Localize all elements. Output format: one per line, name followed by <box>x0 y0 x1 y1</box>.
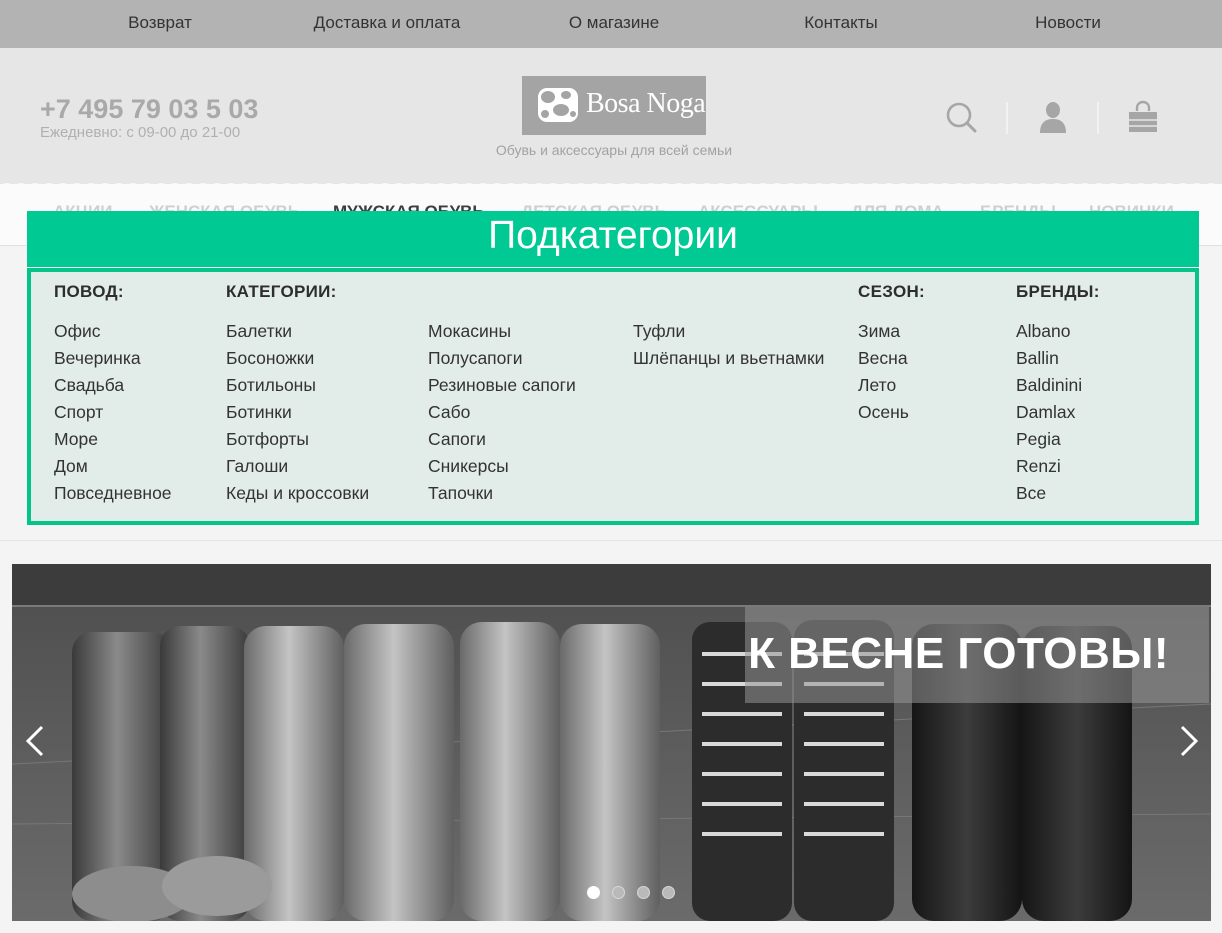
category-link[interactable]: Ботильоны <box>226 374 369 401</box>
categories-list-1: Балетки Босоножки Ботильоны Ботинки Ботф… <box>226 320 369 509</box>
category-link[interactable]: Босоножки <box>226 347 369 374</box>
category-link[interactable]: Ботфорты <box>226 428 369 455</box>
slide-title-box: К ВЕСНЕ ГОТОВЫ! <box>745 607 1209 703</box>
logo-cow-icon <box>538 88 578 122</box>
subcategories-label: Подкатегории <box>27 211 1199 267</box>
category-link[interactable]: Кеды и кроссовки <box>226 482 369 509</box>
brand-link[interactable]: Pegia <box>1016 428 1082 455</box>
top-link-delivery[interactable]: Доставка и оплата <box>314 13 461 33</box>
brand-link[interactable]: Baldinini <box>1016 374 1082 401</box>
brand-link[interactable]: Все <box>1016 482 1082 509</box>
user-icon[interactable] <box>1036 100 1070 134</box>
brands-heading: БРЕНДЫ: <box>1016 282 1100 301</box>
top-link-about[interactable]: О магазине <box>569 13 659 33</box>
occasion-link[interactable]: Свадьба <box>54 374 172 401</box>
top-link-return[interactable]: Возврат <box>128 13 192 33</box>
season-list: Зима Весна Лето Осень <box>858 320 909 428</box>
season-link[interactable]: Лето <box>858 374 909 401</box>
search-icon[interactable] <box>944 100 978 134</box>
categories-list-2: Мокасины Полусапоги Резиновые сапоги Саб… <box>428 320 576 509</box>
slide-title: К ВЕСНЕ ГОТОВЫ! <box>748 629 1169 678</box>
category-link[interactable]: Сникерсы <box>428 455 576 482</box>
logo-text: Bosa Noga <box>586 88 706 119</box>
brand-link[interactable]: Damlax <box>1016 401 1082 428</box>
chevron-left-icon[interactable] <box>22 723 48 759</box>
category-link[interactable]: Сапоги <box>428 428 576 455</box>
category-link[interactable]: Тапочки <box>428 482 576 509</box>
top-bar: Возврат Доставка и оплата О магазине Кон… <box>0 0 1222 48</box>
slider-dot[interactable] <box>637 886 650 899</box>
category-link[interactable]: Полусапоги <box>428 347 576 374</box>
brand-link[interactable]: Ballin <box>1016 347 1082 374</box>
season-link[interactable]: Весна <box>858 347 909 374</box>
slider-dot[interactable] <box>587 886 600 899</box>
occasion-link[interactable]: Дом <box>54 455 172 482</box>
season-link[interactable]: Зима <box>858 320 909 347</box>
occasion-list: Офис Вечеринка Свадьба Спорт Море Дом По… <box>54 320 172 509</box>
occasion-link[interactable]: Море <box>54 428 172 455</box>
cart-icon[interactable] <box>1126 100 1160 134</box>
tagline: Обувь и аксессуары для всей семьи <box>495 142 733 158</box>
occasion-link[interactable]: Офис <box>54 320 172 347</box>
category-link[interactable]: Туфли <box>633 320 824 347</box>
brands-list: Albano Ballin Baldinini Damlax Pegia Ren… <box>1016 320 1082 509</box>
brand-link[interactable]: Albano <box>1016 320 1082 347</box>
subcategories-dropdown: ПОВОД: Офис Вечеринка Свадьба Спорт Море… <box>27 268 1199 525</box>
hero-slider[interactable]: К ВЕСНЕ ГОТОВЫ! <box>12 564 1211 921</box>
logo[interactable]: Bosa Noga <box>522 76 706 135</box>
phone-number[interactable]: +7 495 79 03 5 03 <box>40 94 258 125</box>
section-divider <box>0 540 1222 541</box>
categories-heading: КАТЕГОРИИ: <box>226 282 337 301</box>
top-link-news[interactable]: Новости <box>1035 13 1101 33</box>
subcategories-label-text: Подкатегории <box>488 214 738 257</box>
season-link[interactable]: Осень <box>858 401 909 428</box>
category-link[interactable]: Шлёпанцы и вьетнамки <box>633 347 824 374</box>
site-header: +7 495 79 03 5 03 Ежедневно: с 09-00 до … <box>0 48 1222 184</box>
brand-link[interactable]: Renzi <box>1016 455 1082 482</box>
category-link[interactable]: Резиновые сапоги <box>428 374 576 401</box>
slider-dot[interactable] <box>662 886 675 899</box>
working-hours: Ежедневно: с 09-00 до 21-00 <box>40 124 241 141</box>
category-link[interactable]: Галоши <box>226 455 369 482</box>
category-link[interactable]: Балетки <box>226 320 369 347</box>
header-divider <box>1006 102 1008 134</box>
category-link[interactable]: Мокасины <box>428 320 576 347</box>
occasion-heading: ПОВОД: <box>54 282 124 301</box>
slider-dot[interactable] <box>612 886 625 899</box>
header-divider <box>1097 102 1099 134</box>
season-heading: СЕЗОН: <box>858 282 926 301</box>
category-link[interactable]: Ботинки <box>226 401 369 428</box>
occasion-link[interactable]: Повседневное <box>54 482 172 509</box>
chevron-right-icon[interactable] <box>1176 723 1202 759</box>
categories-list-3: Туфли Шлёпанцы и вьетнамки <box>633 320 824 374</box>
category-link[interactable]: Сабо <box>428 401 576 428</box>
top-link-contacts[interactable]: Контакты <box>804 13 877 33</box>
occasion-link[interactable]: Вечеринка <box>54 347 172 374</box>
occasion-link[interactable]: Спорт <box>54 401 172 428</box>
